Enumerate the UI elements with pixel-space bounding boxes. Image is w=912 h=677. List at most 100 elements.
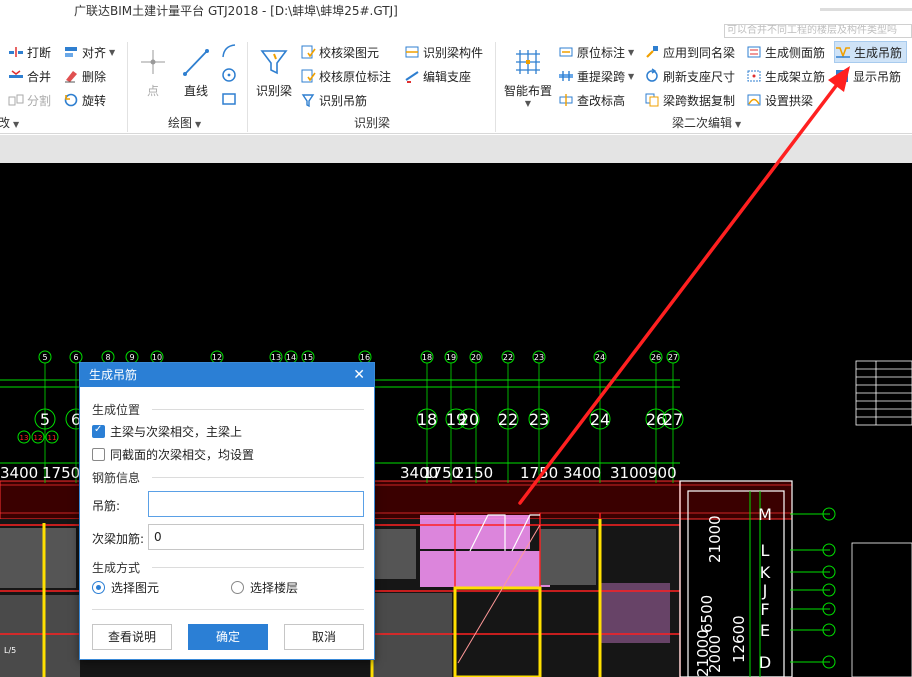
section-mode-label: 生成方式 — [92, 561, 141, 575]
vertical-dimension: 6500 — [698, 595, 716, 633]
smart-layout-label: 智能布置 — [503, 84, 552, 98]
select-floor-radio[interactable]: 选择楼层 — [231, 579, 298, 596]
axis-label: 23 — [534, 353, 544, 362]
line-label: 直线 — [183, 84, 208, 98]
align-button[interactable]: 对齐 ▼ — [63, 42, 115, 62]
gen-side-rebar-label: 生成侧面筋 — [765, 45, 826, 60]
funnel-icon — [260, 50, 288, 75]
chevron-down-icon: ▼ — [524, 99, 532, 108]
axis-label: 6 — [73, 353, 78, 362]
rotate-button[interactable]: 旋转 — [63, 90, 106, 110]
in-place-annotation-button[interactable]: 原位标注 ▼ — [558, 42, 634, 62]
eraser-icon — [65, 71, 77, 83]
refresh-support-button[interactable]: 刷新支座尺寸 — [644, 66, 735, 86]
cad-small-text: L/5 — [4, 646, 16, 655]
rotate-label: 旋转 — [82, 93, 107, 108]
cancel-button[interactable]: 取消 — [284, 624, 364, 650]
group-modify: 打断 合并 分割 对齐▼ 删除 旋转 修改▼ — [0, 38, 128, 134]
check-beam-label: 校核梁图元 — [319, 45, 380, 60]
search-hint-box[interactable]: 可以合并不同工程的楼层及构件类型吗 — [724, 24, 912, 38]
axis-label: 27 — [668, 353, 678, 362]
axis-label-large: 22 — [498, 410, 518, 429]
check-beam-button[interactable]: 校核梁图元 — [300, 42, 379, 62]
axis-label: 16 — [360, 353, 370, 362]
reextract-span-button[interactable]: 重提梁跨 ▼ — [558, 66, 634, 86]
same-section-checkbox[interactable]: 同截面的次梁相交，均设置 — [92, 446, 254, 463]
merge-button[interactable]: 合并 — [8, 66, 51, 86]
axis-label-large: 24 — [590, 410, 610, 429]
gen-erect-rebar-button[interactable]: 生成架立筋 — [746, 66, 825, 86]
check-annotation-label: 校核原位标注 — [319, 69, 392, 84]
edit-support-label: 编辑支座 — [423, 69, 472, 84]
axis-label-large: 27 — [663, 410, 683, 429]
rotate-icon — [64, 93, 78, 107]
dimension-text: 3100 — [610, 464, 648, 482]
group-recognize-label: 识别梁 — [354, 116, 391, 130]
dimension-text: 3400 — [563, 464, 601, 482]
secondary-rebar-input[interactable] — [148, 524, 364, 550]
hanger-input[interactable] — [148, 491, 364, 517]
recognize-beam-component-button[interactable]: 识别梁构件 — [404, 42, 483, 62]
axis-label-small: 11 — [48, 434, 57, 442]
rectangle-icon[interactable] — [220, 90, 238, 108]
line-button[interactable]: 直线 — [178, 46, 214, 99]
refresh-icon — [646, 68, 658, 82]
select-element-label: 选择图元 — [111, 581, 160, 595]
hanger-field-label: 吊筋: — [92, 499, 121, 513]
group-modify-label: 修改▼ — [0, 116, 20, 130]
break-icon — [9, 47, 23, 57]
copy-span-data-label: 梁跨数据复制 — [663, 93, 736, 108]
set-arch-beam-button[interactable]: 设置拱梁 — [746, 90, 813, 110]
check-annotation-button[interactable]: 校核原位标注 — [300, 66, 391, 86]
axis-label: 24 — [595, 353, 605, 362]
close-icon[interactable]: ✕ — [353, 363, 365, 387]
smart-layout-button[interactable]: 智能布置 ▼ — [502, 46, 554, 108]
vertical-dimension: 12600 — [730, 615, 748, 663]
grid-layout-icon — [516, 50, 540, 74]
axis-label-small: 12 — [34, 434, 43, 442]
elevation-icon — [559, 94, 573, 106]
copy-span-data-button[interactable]: 梁跨数据复制 — [644, 90, 735, 110]
copy-icon — [645, 93, 659, 107]
break-button[interactable]: 打断 — [8, 42, 51, 62]
main-beam-checkbox[interactable]: 主梁与次梁相交，主梁上 — [92, 423, 242, 440]
circle-icon[interactable] — [220, 66, 238, 84]
section-position-label: 生成位置 — [92, 403, 141, 417]
view-help-button[interactable]: 查看说明 — [92, 624, 172, 650]
change-elevation-button[interactable]: 查改标高 — [558, 90, 625, 110]
align-label: 对齐 — [82, 45, 107, 60]
divider — [152, 477, 364, 478]
dimension-text: 2150 — [455, 464, 493, 482]
recognize-beam-button[interactable]: 识别梁 — [254, 46, 294, 99]
axis-label-large: 18 — [417, 410, 437, 429]
search-hint-text: 可以合并不同工程的楼层及构件类型吗 — [727, 25, 897, 36]
apply-same-name-label: 应用到同名梁 — [663, 45, 736, 60]
refresh-support-label: 刷新支座尺寸 — [663, 69, 736, 84]
ok-button[interactable]: 确定 — [188, 624, 268, 650]
merge-label: 合并 — [27, 69, 52, 84]
gen-erect-rebar-label: 生成架立筋 — [765, 69, 826, 84]
point-button[interactable]: 点 — [136, 46, 170, 99]
gen-hanger-button[interactable]: 生成吊筋 — [834, 41, 908, 63]
group-beam-edit-label: 梁二次编辑 ▼ — [672, 116, 742, 130]
recognize-hanger-button[interactable]: 识别吊筋 — [300, 90, 367, 110]
chevron-down-icon: ▼ — [109, 47, 116, 57]
point-label: 点 — [146, 84, 159, 98]
gen-side-rebar-button[interactable]: 生成侧面筋 — [746, 42, 825, 62]
axis-label: 18 — [422, 353, 432, 362]
apply-same-name-button[interactable]: 应用到同名梁 — [644, 42, 735, 62]
show-hanger-button[interactable]: 显示吊筋 — [834, 66, 901, 86]
row-label: K — [760, 563, 771, 582]
split-button[interactable]: 分割 — [8, 90, 51, 110]
edit-support-button[interactable]: 编辑支座 — [404, 66, 471, 86]
row-label: L — [761, 541, 770, 560]
arc-icon[interactable] — [220, 42, 238, 60]
title-bar: 广联达BIM土建计量平台 GTJ2018 - [D:\蚌埠\蚌埠25#.GTJ] — [0, 0, 912, 22]
axis-label-large: 20 — [459, 410, 479, 429]
select-element-radio[interactable]: 选择图元 — [92, 579, 159, 596]
recognize-hanger-icon — [301, 94, 315, 108]
axis-label: 5 — [42, 353, 47, 362]
dimension-text: 900 — [648, 464, 677, 482]
in-place-annotation-label: 原位标注 — [577, 45, 626, 60]
delete-button[interactable]: 删除 — [63, 66, 106, 86]
